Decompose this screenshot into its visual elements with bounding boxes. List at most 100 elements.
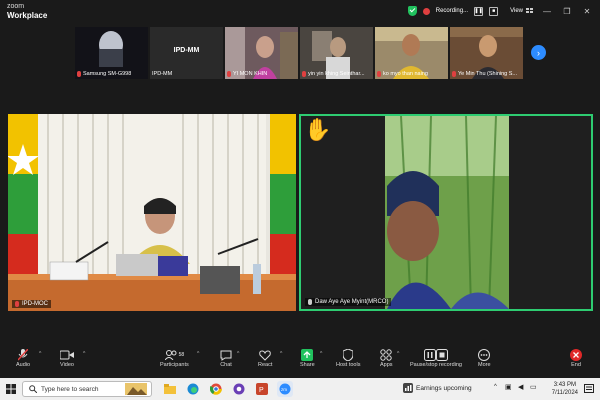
- battery-icon[interactable]: ▭: [530, 383, 537, 391]
- muted-mic-icon: [377, 71, 381, 77]
- apps-icon: [380, 349, 392, 361]
- network-icon[interactable]: ▣: [505, 383, 512, 391]
- participant-name: IPD-MOC: [22, 301, 48, 307]
- muted-mic-icon: [308, 299, 312, 305]
- chat-icon: [220, 350, 232, 361]
- participant-video: [8, 114, 296, 311]
- chat-label: Chat: [220, 362, 232, 368]
- news-widget[interactable]: Earnings upcoming: [403, 383, 472, 393]
- participant-avatar-name: IPD-MM: [173, 47, 200, 54]
- participants-count: 58: [178, 352, 185, 358]
- host-tools-button[interactable]: Host tools: [336, 348, 360, 368]
- participant-thumb[interactable]: ko myo than naing: [375, 27, 448, 79]
- chrome-browser-icon[interactable]: [208, 381, 224, 397]
- powerpoint-icon[interactable]: P: [254, 381, 270, 397]
- view-button[interactable]: View: [510, 8, 534, 14]
- end-button[interactable]: End: [570, 348, 582, 368]
- video-label: Video: [60, 362, 74, 368]
- title-bar: zoom Workplace Recording... ❚❚ ■ View — …: [0, 0, 600, 22]
- participants-options-caret-icon[interactable]: ^: [197, 351, 199, 357]
- apps-options-caret-icon[interactable]: ^: [397, 351, 399, 357]
- notification-center-icon[interactable]: [584, 384, 594, 394]
- recording-dot-icon: [422, 7, 430, 15]
- share-button[interactable]: Share: [300, 348, 315, 368]
- pause-recording-icon[interactable]: ❚❚: [474, 6, 484, 16]
- participant-name: IPD-MM: [152, 71, 173, 77]
- participants-label: Participants: [160, 362, 189, 368]
- more-label: More: [478, 362, 491, 368]
- zoom-taskbar-icon[interactable]: zm: [277, 381, 293, 397]
- svg-text:P: P: [259, 387, 264, 394]
- app-brand: zoom Workplace: [7, 3, 47, 20]
- participant-thumb[interactable]: YI MON KHIN: [225, 27, 298, 79]
- windows-taskbar: Type here to search P zm Earnings upcomi…: [0, 378, 600, 400]
- audio-label: Audio: [16, 362, 31, 368]
- participant-video: [301, 116, 591, 309]
- video-options-caret-icon[interactable]: ^: [83, 351, 85, 357]
- chat-button[interactable]: Chat: [220, 348, 232, 368]
- mic-muted-icon: [18, 349, 29, 361]
- stop-recording-icon[interactable]: ■: [489, 6, 499, 16]
- search-placeholder: Type here to search: [41, 385, 99, 393]
- react-button[interactable]: React: [258, 348, 272, 368]
- react-options-caret-icon[interactable]: ^: [280, 351, 282, 357]
- share-options-caret-icon[interactable]: ^: [320, 351, 322, 357]
- minimize-icon[interactable]: —: [540, 7, 554, 16]
- heart-icon: [259, 349, 271, 361]
- video-tile-right[interactable]: ✋ Daw Aye Aye Myint(MRCO): [299, 114, 593, 311]
- participant-thumb[interactable]: Ye Min Thu (Shining S...: [450, 27, 523, 79]
- video-button[interactable]: Video: [60, 348, 74, 368]
- participant-name: yin yin khing Seinthar...: [308, 71, 365, 77]
- muted-mic-icon: [302, 71, 306, 77]
- chrome-profile-icon[interactable]: [231, 381, 247, 397]
- brand-large: Workplace: [7, 11, 48, 20]
- more-button[interactable]: More: [478, 348, 491, 368]
- share-screen-icon: [301, 349, 314, 361]
- participant-name: YI MON KHIN: [233, 71, 268, 77]
- muted-mic-icon: [452, 71, 456, 77]
- apps-button[interactable]: Apps: [380, 348, 393, 368]
- chevron-right-icon: ›: [537, 47, 540, 58]
- participant-thumb[interactable]: IPD-MM IPD-MM: [150, 27, 223, 79]
- participant-strip: Samsung SM-G998 IPD-MM IPD-MM YI MON KHI…: [75, 27, 527, 79]
- participants-icon: [164, 350, 177, 360]
- video-camera-icon: [60, 350, 74, 360]
- search-highlight-icon: [125, 383, 147, 395]
- clock-time: 3:43 PM: [553, 382, 577, 388]
- file-explorer-icon[interactable]: [162, 381, 178, 397]
- recording-label: Recording...: [435, 8, 469, 14]
- view-grid-icon: [526, 8, 533, 13]
- participant-name: ko myo than naing: [383, 71, 428, 77]
- chat-options-caret-icon[interactable]: ^: [237, 351, 239, 357]
- participant-thumb[interactable]: yin yin khing Seinthar...: [300, 27, 373, 79]
- edge-browser-icon[interactable]: [185, 381, 201, 397]
- taskbar-clock[interactable]: 3:43 PM 7/11/2024: [552, 381, 578, 397]
- video-tile-left[interactable]: IPD-MOC: [8, 114, 296, 311]
- participant-name: Samsung SM-G998: [83, 71, 132, 77]
- muted-mic-icon: [77, 71, 81, 77]
- shield-icon: [343, 349, 354, 361]
- participants-button[interactable]: 58 Participants: [160, 348, 189, 368]
- windows-start-icon[interactable]: [6, 384, 16, 394]
- taskbar-search-box[interactable]: Type here to search: [22, 381, 152, 397]
- clock-date: 7/11/2024: [551, 390, 578, 396]
- raised-hand-icon: ✋: [304, 117, 332, 142]
- strip-next-button[interactable]: ›: [531, 45, 546, 60]
- volume-icon[interactable]: ◀: [518, 383, 523, 391]
- tile-name-label: Daw Aye Aye Myint(MRCO): [305, 298, 392, 306]
- encryption-shield-icon[interactable]: [407, 6, 417, 16]
- close-icon[interactable]: ✕: [580, 7, 594, 16]
- react-label: React: [258, 362, 273, 368]
- zoom-window: zoom Workplace Recording... ❚❚ ■ View — …: [0, 0, 600, 400]
- audio-options-caret-icon[interactable]: ^: [39, 351, 41, 357]
- pause-stop-recording-button[interactable]: Pause/stop recording: [410, 348, 462, 368]
- brand-small: zoom: [7, 3, 25, 10]
- participant-thumb[interactable]: Samsung SM-G998: [75, 27, 148, 79]
- system-tray-chevron-icon[interactable]: ^: [494, 384, 497, 390]
- restore-icon[interactable]: ❐: [560, 7, 574, 16]
- news-icon: [403, 383, 413, 393]
- pause-stop-label: Pause/stop recording: [410, 362, 462, 368]
- audio-button[interactable]: Audio: [16, 348, 30, 368]
- end-label: End: [571, 362, 581, 368]
- svg-text:zm: zm: [281, 387, 287, 392]
